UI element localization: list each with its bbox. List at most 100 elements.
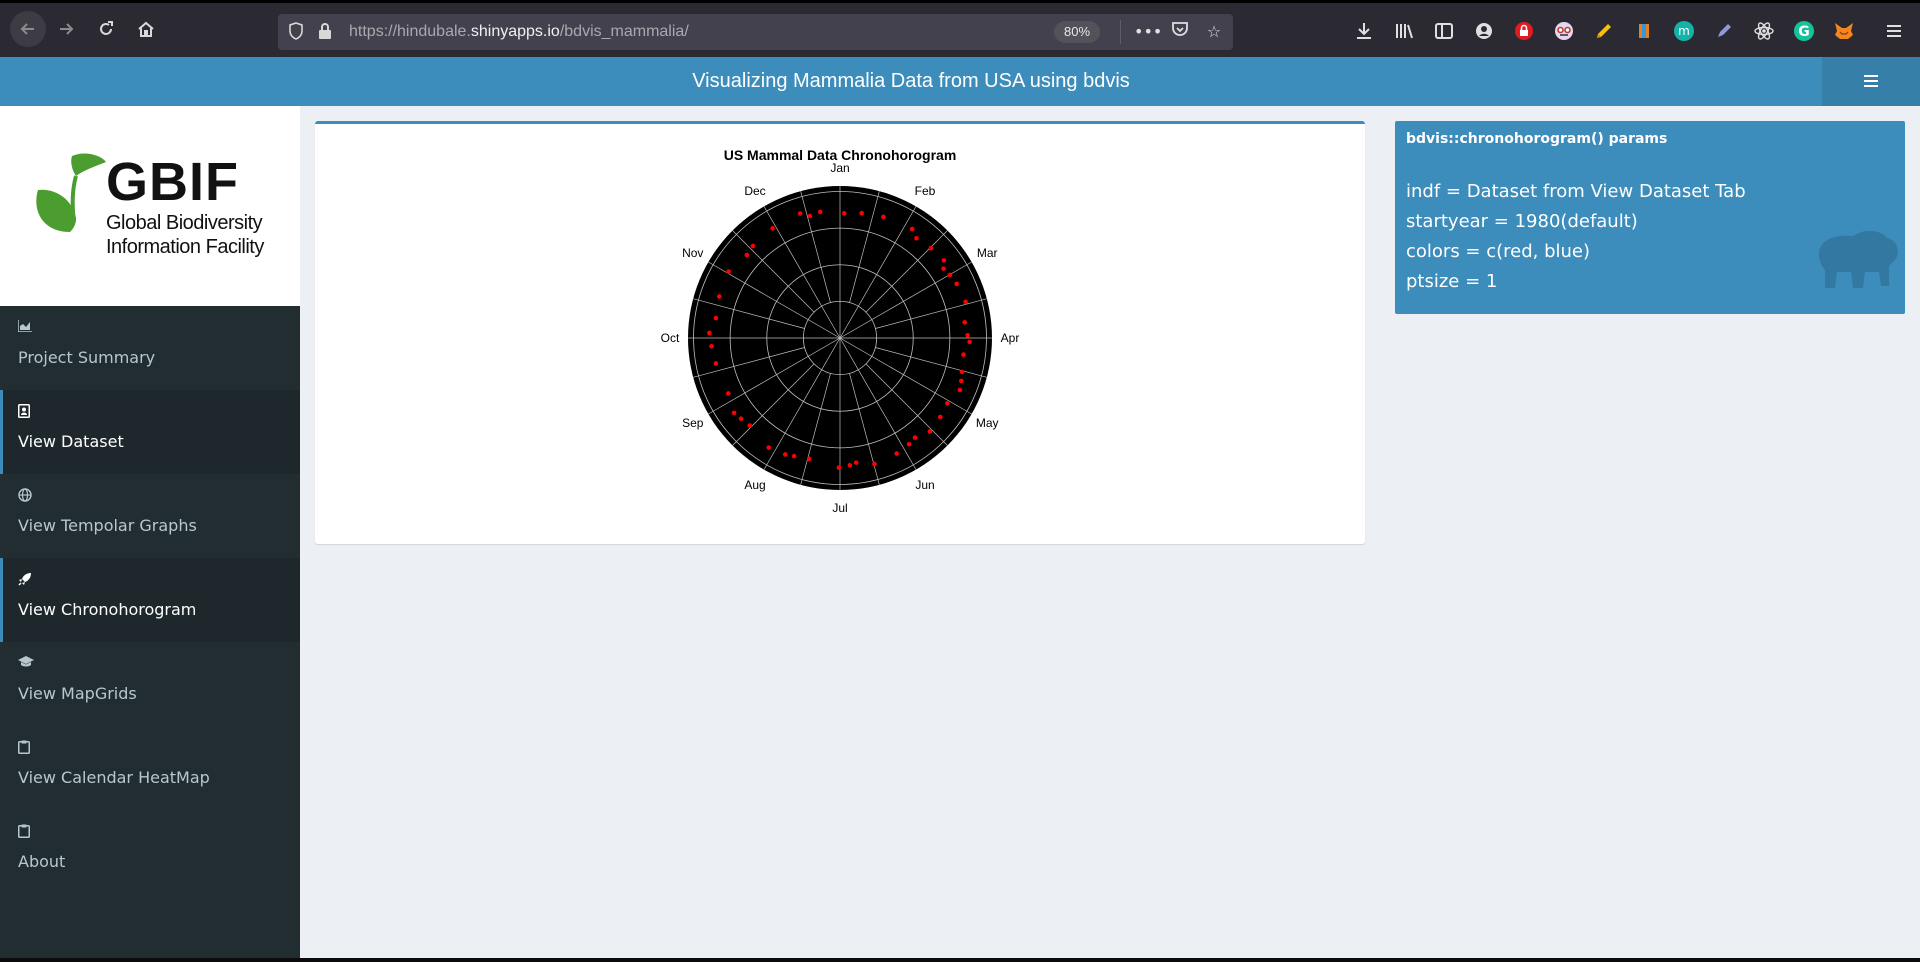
star-icon[interactable]: ☆ [1202, 20, 1226, 44]
data-point [770, 226, 775, 231]
data-point [927, 429, 933, 434]
page-title: Visualizing Mammalia Data from USA using… [692, 70, 1130, 92]
extension-brush-icon[interactable] [1592, 19, 1616, 43]
data-point [817, 209, 823, 215]
reload-icon [100, 21, 113, 35]
sidebar-item-label: Project Summary [18, 348, 156, 367]
library-icon[interactable] [1392, 19, 1416, 43]
download-icon[interactable] [1352, 19, 1376, 43]
grammarly-icon[interactable]: G [1792, 19, 1816, 43]
data-point [959, 369, 965, 375]
lock-icon[interactable] [318, 23, 332, 44]
shield-icon[interactable] [288, 22, 306, 42]
pocket-icon[interactable] [1168, 20, 1192, 44]
sidebar-item-view-chronohorogram[interactable]: View Chronohorogram [0, 558, 300, 642]
sidebar-item-project-summary[interactable]: Project Summary [0, 306, 300, 390]
address-bar[interactable]: https://hindubale.shinyapps.io/bdvis_mam… [278, 14, 1233, 50]
logo-area: GBIF Global Biodiversity Information Fac… [0, 106, 300, 306]
zoom-indicator[interactable]: 80% [1054, 21, 1101, 43]
react-devtools-icon[interactable] [1752, 19, 1776, 43]
data-point [954, 281, 960, 287]
data-point [945, 401, 950, 406]
data-point [797, 211, 803, 216]
params-list: indf = Dataset from View Dataset Tab sta… [1406, 177, 1746, 297]
data-point [928, 246, 934, 251]
globe-icon [18, 488, 34, 504]
chronohorogram-box: US Mammal Data Chronohorogram Jan Feb Mar A… [315, 121, 1365, 544]
metamask-icon[interactable] [1832, 19, 1856, 43]
data-point [881, 214, 886, 220]
param-line: colors = c(red, blue) [1406, 241, 1591, 262]
data-point [716, 294, 722, 299]
sidebar-item-view-mapgrids[interactable]: View MapGrids [0, 642, 300, 726]
data-point [947, 272, 953, 278]
data-point [806, 456, 812, 462]
password-manager-icon[interactable] [1512, 19, 1536, 43]
arrow-right-icon [60, 23, 74, 35]
graduation-cap-icon [18, 656, 34, 672]
url-prefix: https://hindubale. [349, 23, 471, 40]
data-point [912, 435, 918, 440]
sidebar-item-view-dataset[interactable]: View Dataset [0, 390, 300, 474]
sidebar-toggle-icon[interactable] [1432, 19, 1456, 43]
data-point [963, 299, 968, 305]
sidebar-item-label: View Tempolar Graphs [18, 516, 197, 535]
logo-name: GBIF [106, 152, 239, 212]
month-label: Aug [744, 478, 765, 492]
month-label: Dec [744, 184, 765, 198]
extension-flag-icon[interactable] [1632, 19, 1656, 43]
data-point [957, 387, 963, 393]
svg-text:m: m [1678, 24, 1690, 38]
extension-m-icon[interactable]: m [1672, 19, 1696, 43]
account-icon[interactable] [1472, 19, 1496, 43]
month-label: Jan [830, 161, 849, 175]
data-point [731, 410, 737, 416]
app-header: Visualizing Mammalia Data from USA using… [0, 57, 1920, 106]
data-point [766, 445, 772, 450]
sidebar-item-label: View Dataset [18, 432, 124, 451]
sidebar-item-label: View Chronohorogram [18, 600, 197, 619]
param-line: indf = Dataset from View Dataset Tab [1406, 181, 1746, 202]
app-menu-icon[interactable] [1882, 19, 1906, 43]
logo-line-1: Global Biodiversity [106, 212, 263, 234]
rocket-icon [18, 572, 34, 588]
forward-button[interactable] [52, 15, 80, 43]
data-point [713, 361, 719, 366]
data-point [750, 243, 756, 249]
params-title: bdvis::chronohorogram() params [1406, 131, 1668, 147]
url-text[interactable]: https://hindubale.shinyapps.io/bdvis_mam… [349, 23, 689, 41]
data-point [965, 332, 970, 338]
ellipsis-icon[interactable]: ••• [1134, 20, 1162, 44]
month-label: Jul [832, 501, 847, 515]
arrow-left-icon [20, 23, 34, 35]
data-point [707, 330, 712, 336]
hippo-icon [1819, 230, 1898, 288]
data-point [747, 423, 753, 428]
extension-pen-icon[interactable] [1712, 19, 1736, 43]
reload-button[interactable] [92, 15, 120, 43]
clipboard-icon [18, 740, 34, 756]
hamburger-icon [1864, 75, 1878, 87]
window-bottom-edge [0, 958, 1920, 962]
param-line: startyear = 1980(default) [1406, 211, 1638, 232]
data-point [967, 339, 972, 345]
sidebar-toggle-button[interactable] [1822, 57, 1920, 106]
data-point [807, 213, 813, 219]
home-button[interactable] [132, 15, 160, 43]
data-point [853, 460, 859, 465]
month-label: Sep [682, 416, 704, 430]
data-point [894, 451, 899, 456]
data-point [783, 452, 788, 457]
data-point [941, 266, 946, 271]
month-label: Apr [1001, 331, 1020, 345]
month-label: Feb [915, 184, 936, 198]
logo-line-2: Information Facility [106, 236, 264, 258]
sidebar-item-view-calendar-heatmap[interactable]: View Calendar HeatMap [0, 726, 300, 810]
sidebar-menu: Project Summary View Dataset View Tempol… [0, 306, 300, 894]
data-point [791, 453, 797, 459]
gbif-leaf-icon [36, 153, 106, 232]
extension-glasses-icon[interactable] [1552, 19, 1576, 43]
sidebar-item-view-tempolar-graphs[interactable]: View Tempolar Graphs [0, 474, 300, 558]
sidebar-item-about[interactable]: About [0, 810, 300, 894]
back-button[interactable] [10, 11, 46, 47]
